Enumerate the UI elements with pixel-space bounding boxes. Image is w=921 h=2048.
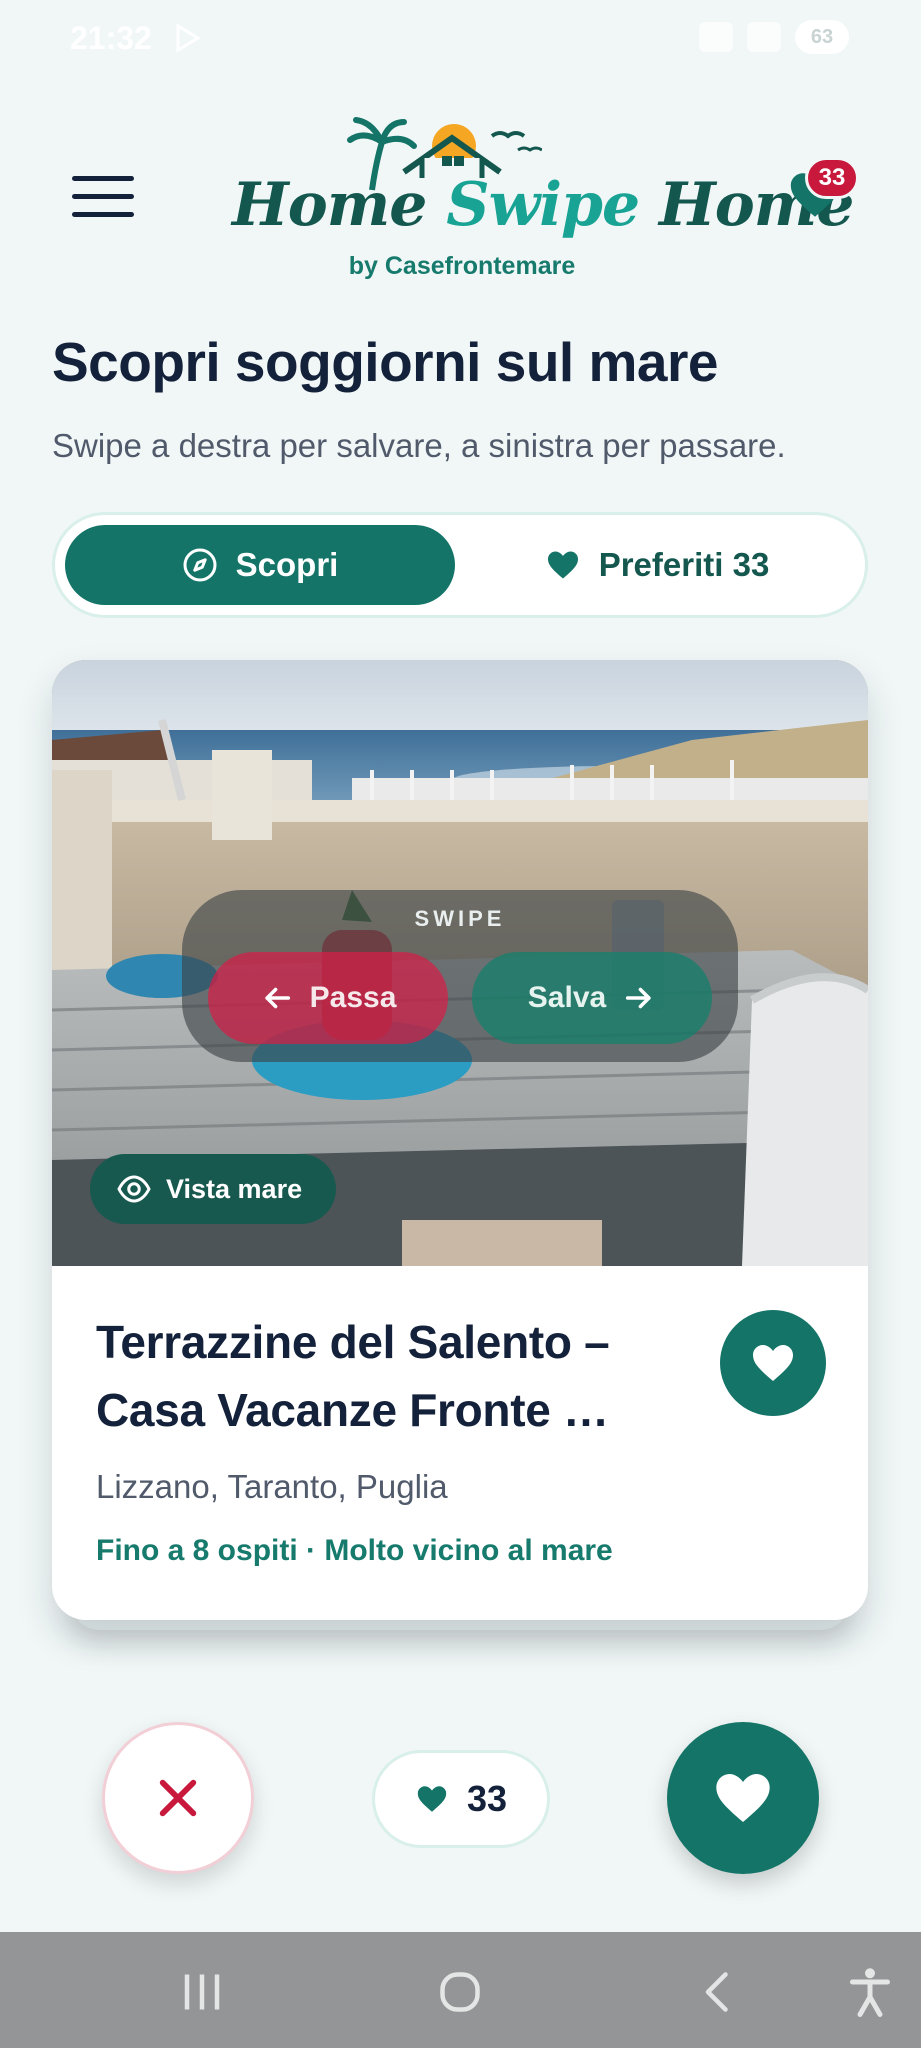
tab-favorites[interactable]: Preferiti 33 xyxy=(457,525,857,605)
eye-icon xyxy=(117,1175,151,1203)
compass-icon xyxy=(183,548,217,582)
back-icon[interactable] xyxy=(688,1962,748,2022)
hotspot-icon xyxy=(699,22,733,52)
favorites-count-button[interactable]: 33 xyxy=(372,1750,550,1848)
app-logo: Home Swipe Home by Casefrontemare xyxy=(232,112,854,292)
sea-view-label: Vista mare xyxy=(166,1173,303,1204)
pass-button[interactable]: Passa xyxy=(208,952,448,1044)
view-tabs: Scopri Preferiti 33 xyxy=(52,512,868,618)
reject-button[interactable] xyxy=(102,1722,254,1874)
home-icon[interactable] xyxy=(430,1962,490,2022)
hamburger-menu-icon[interactable] xyxy=(72,176,136,220)
arrow-left-icon xyxy=(264,987,290,1009)
brand-subtitle: by Casefrontemare xyxy=(348,252,576,280)
tab-discover[interactable]: Scopri xyxy=(65,525,455,605)
listing-location: Lizzano, Taranto, Puglia xyxy=(96,1468,448,1505)
close-icon xyxy=(159,1779,197,1817)
signal-icon xyxy=(747,22,781,52)
tab-favorites-label: Preferiti 33 xyxy=(598,546,770,583)
pass-button-label: Passa xyxy=(309,981,397,1014)
accessibility-icon[interactable] xyxy=(840,1962,900,2022)
swipe-hint-label: SWIPE xyxy=(414,906,506,931)
sea-view-badge: Vista mare xyxy=(90,1154,337,1224)
heart-icon xyxy=(716,1774,770,1822)
page-subtitle: Swipe a destra per salvare, a sinistra p… xyxy=(52,427,786,464)
heart-icon xyxy=(753,1345,793,1381)
listing-favorite-button[interactable] xyxy=(720,1310,826,1416)
listing-info: Terrazzine del Salento – Casa Vacanze Fr… xyxy=(52,1266,868,1620)
favorites-count-label: 33 xyxy=(466,1778,508,1819)
like-button[interactable] xyxy=(667,1722,819,1874)
status-indicators: 63 xyxy=(699,20,849,54)
brand-name: Home Swipe Home xyxy=(232,170,854,240)
status-bar: 21:32 63 xyxy=(0,0,921,78)
play-store-icon xyxy=(176,23,201,53)
arrow-right-icon xyxy=(626,987,651,1009)
save-button-label: Salva xyxy=(527,981,607,1014)
swipe-hint-overlay: SWIPE Passa Salva xyxy=(182,890,738,1062)
heart-icon xyxy=(417,1786,447,1812)
heart-icon xyxy=(547,551,578,579)
page-title: Scopri soggiorni sul mare xyxy=(52,331,718,393)
listing-photo: SWIPE Passa Salva Vista mare xyxy=(52,660,868,1266)
status-time: 21:32 xyxy=(70,20,152,56)
listing-meta: Fino a 8 ospiti · Molto vicino al mare xyxy=(96,1534,613,1567)
recent-apps-icon[interactable] xyxy=(172,1962,232,2022)
listing-card[interactable]: SWIPE Passa Salva Vista mare Terrazzine … xyxy=(52,660,868,1620)
save-swipe-button[interactable]: Salva xyxy=(472,952,712,1044)
battery-icon: 63 xyxy=(795,20,849,54)
system-nav-bar xyxy=(0,1932,921,2048)
favorites-count-badge: 33 xyxy=(805,157,859,199)
tab-discover-label: Scopri xyxy=(235,546,339,583)
listing-title: Terrazzine del Salento – Casa Vacanze Fr… xyxy=(96,1316,610,1436)
